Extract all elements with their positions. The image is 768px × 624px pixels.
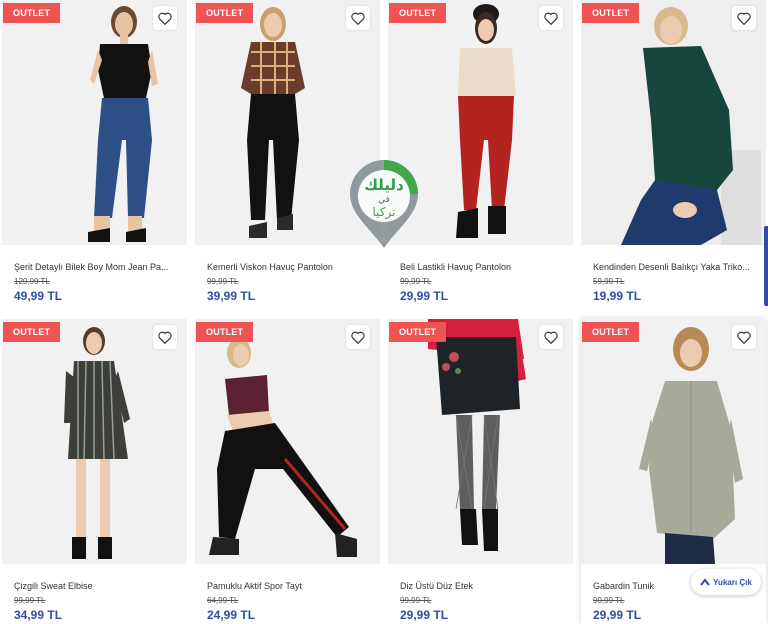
back-to-top-button[interactable]: Yukarı Çık (691, 569, 761, 595)
watermark-line2: في (378, 195, 390, 205)
watermark-logo: دليلك في تركيا (346, 158, 422, 250)
product-card[interactable]: OUTLET Beli Lastikli Havuç Pantolon 99,9… (388, 0, 573, 305)
current-price: 29,99 TL (400, 289, 449, 303)
current-price: 29,99 TL (593, 608, 642, 622)
favorite-button[interactable] (539, 325, 563, 349)
old-price: 99,99 TL (400, 277, 432, 286)
product-card[interactable]: OUTLET Çizgili Sweat Elbise 99,99 TL 34,… (2, 319, 187, 624)
favorite-button[interactable] (539, 6, 563, 30)
product-card[interactable]: OUTLET Şerit Detaylı Bilek Boy Mom Jean … (2, 0, 187, 305)
outlet-badge: OUTLET (389, 3, 447, 23)
current-price: 19,99 TL (593, 289, 642, 303)
product-image[interactable] (2, 319, 187, 564)
favorite-button[interactable] (153, 6, 177, 30)
product-image[interactable] (2, 0, 187, 245)
favorite-button[interactable] (153, 325, 177, 349)
favorite-button[interactable] (732, 325, 756, 349)
product-name[interactable]: Diz Üstü Düz Etek (400, 581, 565, 591)
product-card[interactable]: OUTLET Kemerli Viskon Havuç Pantolon 99,… (195, 0, 380, 305)
old-price: 99,99 TL (14, 596, 46, 605)
watermark-line1: دليلك (364, 176, 404, 194)
product-card[interactable]: OUTLET Diz Üstü Düz Etek 99,99 TL 29,99 … (388, 319, 573, 624)
favorite-button[interactable] (346, 325, 370, 349)
heart-icon (351, 12, 365, 25)
outlet-badge: OUTLET (582, 3, 640, 23)
old-price: 59,99 TL (593, 277, 625, 286)
old-price: 99,99 TL (400, 596, 432, 605)
product-image[interactable] (581, 319, 766, 564)
product-card[interactable]: OUTLET Pamuklu Aktif Spor Tayt 64,99 TL … (195, 319, 380, 624)
favorite-button[interactable] (732, 6, 756, 30)
heart-icon (544, 12, 558, 25)
chevron-up-icon (700, 578, 710, 586)
product-grid: OUTLET Şerit Detaylı Bilek Boy Mom Jean … (0, 0, 768, 624)
outlet-badge: OUTLET (3, 3, 61, 23)
product-image[interactable] (581, 0, 766, 245)
product-name[interactable]: Çizgili Sweat Elbise (14, 581, 179, 591)
product-image[interactable] (195, 319, 380, 564)
outlet-badge: OUTLET (196, 322, 254, 342)
product-name[interactable]: Pamuklu Aktif Spor Tayt (207, 581, 372, 591)
heart-icon (158, 331, 172, 344)
product-name[interactable]: Beli Lastikli Havuç Pantolon (400, 262, 565, 272)
outlet-badge: OUTLET (196, 3, 254, 23)
old-price: 64,99 TL (207, 596, 239, 605)
outlet-badge: OUTLET (3, 322, 61, 342)
current-price: 34,99 TL (14, 608, 63, 622)
current-price: 49,99 TL (14, 289, 63, 303)
old-price: 129,99 TL (14, 277, 50, 286)
outlet-badge: OUTLET (389, 322, 447, 342)
favorite-button[interactable] (346, 6, 370, 30)
current-price: 39,99 TL (207, 289, 256, 303)
heart-icon (158, 12, 172, 25)
product-name[interactable]: Kendinden Desenli Balıkçı Yaka Triko... (593, 262, 758, 272)
old-price: 99,99 TL (207, 277, 239, 286)
old-price: 99,99 TL (593, 596, 625, 605)
heart-icon (544, 331, 558, 344)
heart-icon (351, 331, 365, 344)
product-card[interactable]: OUTLET Kendinden Desenli Balıkçı Yaka Tr… (581, 0, 766, 305)
current-price: 24,99 TL (207, 608, 256, 622)
outlet-badge: OUTLET (582, 322, 640, 342)
product-name[interactable]: Kemerli Viskon Havuç Pantolon (207, 262, 372, 272)
current-price: 29,99 TL (400, 608, 449, 622)
scroll-indicator[interactable] (764, 226, 768, 306)
heart-icon (737, 12, 751, 25)
heart-icon (737, 331, 751, 344)
watermark-line3: تركيا (373, 205, 396, 220)
product-name[interactable]: Şerit Detaylı Bilek Boy Mom Jean Pa... (14, 262, 179, 272)
product-image[interactable] (388, 319, 573, 564)
back-to-top-label: Yukarı Çık (713, 577, 752, 587)
